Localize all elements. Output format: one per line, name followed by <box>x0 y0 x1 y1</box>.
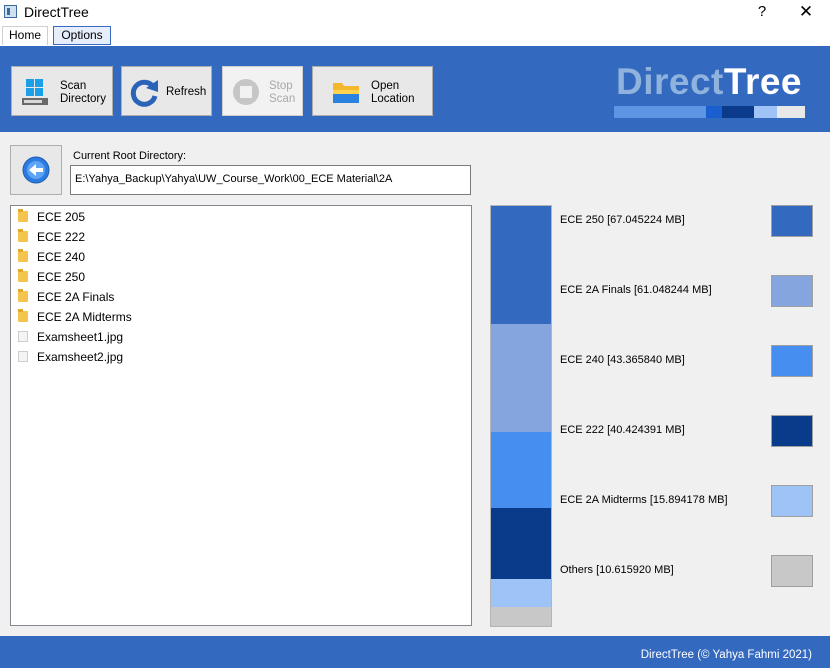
legend-label: ECE 222 [40.424391 MB] <box>560 424 685 436</box>
folder-open-icon <box>333 83 359 103</box>
open-location-button[interactable]: Open Location <box>312 66 433 116</box>
legend-swatch <box>771 205 813 237</box>
stop-icon <box>233 79 259 105</box>
tree-item-label: ECE 2A Midterms <box>37 310 132 324</box>
scan-directory-button[interactable]: Scan Directory <box>11 66 113 116</box>
folder-icon <box>18 249 28 262</box>
legend-label: ECE 240 [43.365840 MB] <box>560 354 685 366</box>
copyright-text: DirectTree (© Yahya Fahmi 2021) <box>640 649 812 661</box>
stack-segment <box>491 324 551 432</box>
windows-drive-icon <box>22 79 48 105</box>
menu-bar: Home Options <box>0 24 830 46</box>
refresh-label: Refresh <box>166 86 207 98</box>
scan-directory-label: Scan Directory <box>60 80 107 105</box>
size-stack-bar <box>490 205 552 627</box>
root-directory-label: Current Root Directory: <box>73 150 187 162</box>
tree-item-label: ECE 205 <box>37 210 86 224</box>
open-location-label: Open Location <box>371 80 415 105</box>
file-icon <box>18 331 28 342</box>
tree-item-label: Examsheet2.jpg <box>37 350 124 364</box>
brand-logo-tree: Tree <box>723 61 803 102</box>
window-title: DirectTree <box>24 4 89 20</box>
stop-scan-label: Stop Scan <box>269 80 296 105</box>
folder-icon <box>18 209 28 222</box>
legend-swatch <box>771 415 813 447</box>
app-icon <box>4 5 17 18</box>
tree-item-label: ECE 240 <box>37 250 86 264</box>
folder-icon <box>18 309 28 322</box>
close-button[interactable]: ✕ <box>794 2 818 22</box>
tree-item-label: ECE 222 <box>37 230 86 244</box>
refresh-button[interactable]: Refresh <box>121 66 212 116</box>
legend-label: ECE 2A Midterms [15.894178 MB] <box>560 494 728 506</box>
brand-logo: DirectTree <box>616 62 802 102</box>
help-button[interactable]: ? <box>752 2 772 22</box>
folder-icon <box>18 289 28 302</box>
stack-segment <box>491 579 551 608</box>
refresh-icon <box>130 79 158 107</box>
stop-scan-button[interactable]: Stop Scan <box>222 66 303 116</box>
brand-logo-direct: Direct <box>616 61 724 102</box>
tab-options[interactable]: Options <box>53 26 111 45</box>
legend-label: ECE 2A Finals [61.048244 MB] <box>560 284 712 296</box>
stack-segment <box>491 508 551 580</box>
ribbon-toolbar: Scan Directory Refresh Stop Scan Open Lo… <box>0 46 830 132</box>
tree-item-label: Examsheet1.jpg <box>37 330 124 344</box>
legend-label: ECE 250 [67.045224 MB] <box>560 214 685 226</box>
legend-swatch <box>771 275 813 307</box>
folder-icon <box>18 269 28 282</box>
tree-item-label: ECE 250 <box>37 270 86 284</box>
legend-swatch <box>771 555 813 587</box>
stack-segment <box>491 206 551 325</box>
brand-color-bar <box>614 106 805 118</box>
title-bar: DirectTree ? ✕ <box>0 0 830 24</box>
tab-home[interactable]: Home <box>2 26 48 45</box>
back-arrow-icon <box>22 156 50 184</box>
status-footer: DirectTree (© Yahya Fahmi 2021) <box>0 636 830 668</box>
legend-swatch <box>771 345 813 377</box>
folder-icon <box>18 229 28 242</box>
legend-swatch <box>771 485 813 517</box>
file-icon <box>18 351 28 362</box>
back-button[interactable] <box>10 145 62 195</box>
stack-segment <box>491 431 551 509</box>
legend-label: Others [10.615920 MB] <box>560 564 674 576</box>
root-directory-path[interactable]: E:\Yahya_Backup\Yahya\UW_Course_Work\00_… <box>70 165 471 195</box>
tree-item-label: ECE 2A Finals <box>37 290 115 304</box>
stack-segment <box>491 607 551 626</box>
directory-tree[interactable]: ECE 205 ECE 222 ECE 240 ECE 250 ECE 2A Final… <box>10 205 472 626</box>
